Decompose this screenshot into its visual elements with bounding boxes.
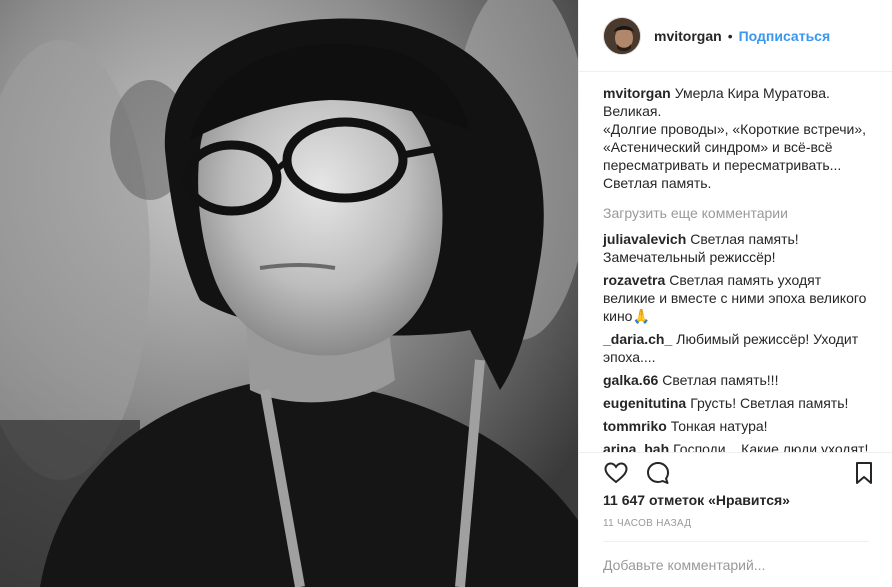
author-avatar[interactable] — [603, 16, 641, 55]
comment-text: Господи... Какие люди уходят! — [673, 441, 869, 452]
comment-username[interactable]: tommriko — [603, 418, 667, 434]
comment-item: tommriko Тонкая натура! — [603, 417, 869, 435]
comment-username[interactable]: rozavetra — [603, 272, 665, 288]
portrait-image — [0, 0, 578, 587]
caption-line: пересматривать и пересматривать... — [603, 157, 842, 173]
heart-icon[interactable] — [603, 460, 629, 486]
caption-line: «Долгие проводы», «Короткие встречи», — [603, 121, 866, 137]
caption-line: Умерла Кира Муратова. — [674, 85, 830, 101]
header-separator: • — [727, 27, 733, 44]
comment-username[interactable]: galka.66 — [603, 372, 658, 388]
caption-line: Великая. — [603, 103, 662, 119]
comment-icon[interactable] — [645, 460, 671, 486]
load-more-comments-button[interactable]: Загрузить еще комментарии — [603, 204, 869, 222]
comment-item: eugenitutina Грусть! Светлая память! — [603, 394, 869, 412]
comments-list[interactable]: mvitorgan Умерла Кира Муратова. Великая. … — [579, 80, 892, 452]
post-timestamp[interactable]: 11 часов назад — [603, 518, 691, 529]
post-actions — [579, 452, 892, 492]
comment-username[interactable]: juliavalevich — [603, 231, 686, 247]
add-comment-area — [603, 541, 869, 587]
post-header: mvitorgan • Подписаться — [579, 0, 892, 72]
comment-item: galka.66 Светлая память!!! — [603, 371, 869, 389]
post-photo[interactable] — [0, 0, 578, 587]
comment-username[interactable]: arina_bah — [603, 441, 669, 452]
post-side-panel: mvitorgan • Подписаться mvitorgan Умерла … — [578, 0, 892, 587]
comment-text: Светлая память!!! — [662, 372, 779, 388]
follow-button[interactable]: Подписаться — [739, 28, 831, 44]
bookmark-icon[interactable] — [851, 460, 877, 486]
author-username[interactable]: mvitorgan — [654, 28, 722, 44]
comment-item: arina_bah Господи... Какие люди уходят! — [603, 440, 869, 452]
comment-item: _daria.ch_ Любимый режиссёр! Уходит эпоха… — [603, 330, 869, 366]
comment-item: juliavalevich Светлая память! Замечательн… — [603, 230, 869, 266]
comment-username[interactable]: eugenitutina — [603, 395, 686, 411]
caption-username[interactable]: mvitorgan — [603, 85, 671, 101]
comment-text: Грусть! Светлая память! — [690, 395, 849, 411]
caption-line: «Астенический синдром» и всё-всё — [603, 139, 833, 155]
post-caption: mvitorgan Умерла Кира Муратова. Великая. … — [603, 84, 869, 192]
add-comment-input[interactable] — [603, 542, 869, 587]
avatar-image — [604, 17, 640, 54]
comment-username[interactable]: _daria.ch_ — [603, 331, 672, 347]
comment-text: Тонкая натура! — [670, 418, 768, 434]
caption-line: Светлая память. — [603, 175, 712, 191]
comment-item: rozavetra Светлая память уходят великие и… — [603, 271, 869, 325]
likes-count[interactable]: 11 647 отметок «Нравится» — [603, 492, 790, 508]
